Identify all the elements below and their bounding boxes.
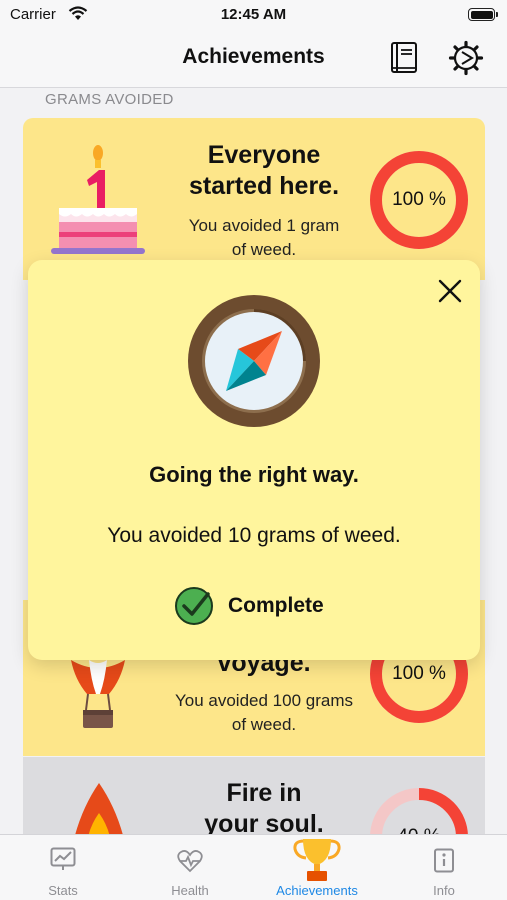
tab-stats[interactable]: Stats bbox=[0, 835, 126, 900]
battery-icon bbox=[468, 8, 498, 21]
card-description: You avoided 1 gram of weed. bbox=[188, 216, 340, 259]
clock: 12:45 AM bbox=[220, 6, 287, 23]
info-book-icon bbox=[434, 848, 454, 873]
tab-label: Achievements bbox=[276, 883, 358, 898]
page-title: Achievements bbox=[182, 45, 325, 68]
tab-label: Health bbox=[171, 883, 209, 898]
heartbeat-icon bbox=[177, 850, 203, 873]
tab-label: Info bbox=[433, 883, 455, 898]
section-header: GRAMS AVOIDED bbox=[45, 91, 174, 108]
trophy-icon bbox=[293, 839, 341, 881]
flame-icon bbox=[75, 783, 123, 835]
stats-chart-icon bbox=[50, 847, 76, 870]
gear-icon[interactable] bbox=[448, 40, 484, 76]
popup-description: You avoided 10 grams of weed. bbox=[107, 524, 401, 547]
book-icon[interactable] bbox=[389, 41, 419, 75]
achievement-detail-popup: Going the right way. You avoided 10 gram… bbox=[28, 260, 480, 660]
status-bar: Carrier 12:45 AM bbox=[0, 0, 507, 30]
card-title: Fire in your soul. bbox=[204, 779, 324, 835]
tab-label: Stats bbox=[48, 883, 78, 898]
progress-ring: 40 % bbox=[369, 787, 469, 835]
card-description: You avoided 100 grams of weed. bbox=[174, 691, 353, 734]
navigation-bar: Achievements bbox=[0, 30, 507, 88]
tab-bar: Stats Health Achievements Info bbox=[0, 834, 507, 900]
progress-label: 100 % bbox=[392, 663, 446, 684]
close-icon[interactable] bbox=[437, 278, 463, 304]
hot-air-balloon-icon bbox=[71, 660, 125, 728]
tab-achievements[interactable]: Achievements bbox=[254, 835, 380, 900]
tab-health[interactable]: Health bbox=[127, 835, 253, 900]
tab-info[interactable]: Info bbox=[381, 835, 507, 900]
completion-status: Complete bbox=[174, 586, 324, 626]
achievement-card[interactable]: Everyone started here. You avoided 1 gra… bbox=[23, 118, 485, 280]
progress-label: 100 % bbox=[392, 189, 446, 210]
birthday-cake-icon bbox=[51, 145, 145, 254]
card-title: Everyone started here. bbox=[188, 141, 340, 200]
progress-ring: 100 % bbox=[369, 150, 469, 250]
status-label: Complete bbox=[228, 594, 324, 617]
popup-title: Going the right way. bbox=[149, 462, 359, 487]
compass-icon bbox=[188, 295, 320, 427]
achievement-card[interactable]: Fire in your soul. 40 % bbox=[23, 757, 485, 835]
checkmark-circle-icon bbox=[175, 587, 213, 625]
